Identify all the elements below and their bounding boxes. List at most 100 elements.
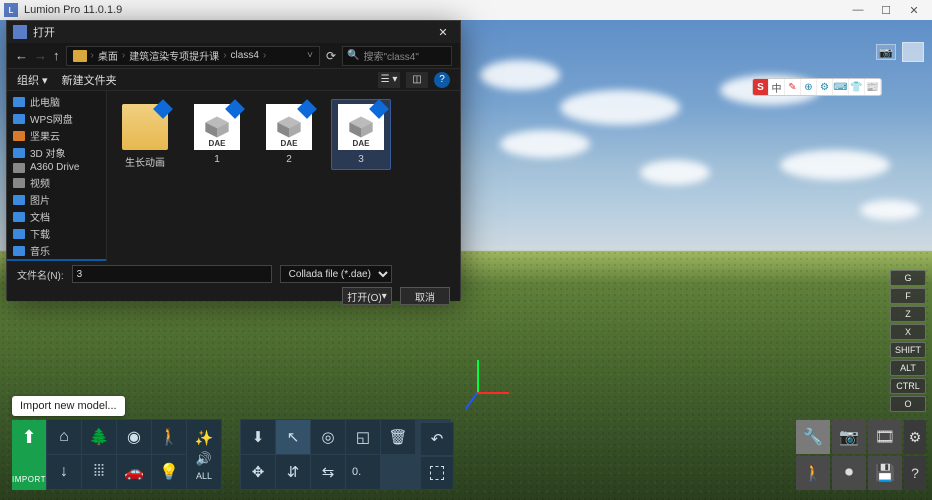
import-category[interactable]: ⬆ IMPORT	[12, 420, 46, 490]
crumb[interactable]: 桌面	[98, 48, 118, 63]
ime-lang-button[interactable]: 中	[769, 79, 785, 95]
file-item[interactable]: DAE1	[187, 99, 247, 170]
marquee-select-button[interactable]	[420, 456, 454, 490]
ime-add-icon[interactable]: ⊕	[801, 79, 817, 95]
tree-node[interactable]: A360 Drive	[7, 161, 106, 174]
filename-input[interactable]	[72, 265, 272, 283]
photo-mode-button[interactable]: 📷	[832, 420, 866, 454]
tree-node-icon	[13, 229, 25, 239]
scale-tool[interactable]: ◱	[346, 420, 380, 454]
tree-node[interactable]: 桌面	[7, 259, 106, 261]
ime-logo-icon: S	[753, 79, 769, 95]
tree-node[interactable]: 下载	[7, 225, 106, 242]
tree-node[interactable]: 音乐	[7, 242, 106, 259]
tree-node-icon	[13, 131, 25, 141]
tree-node[interactable]: 视频	[7, 174, 106, 191]
tree-node[interactable]: 坚果云	[7, 127, 106, 144]
key-hint: ALT	[890, 360, 926, 376]
dialog-close-button[interactable]: ✕	[432, 23, 454, 41]
person-walk-tool[interactable]: 🚶	[152, 420, 186, 454]
tree-node[interactable]: 图片	[7, 191, 106, 208]
axis-value-readout[interactable]: 0.	[346, 455, 380, 489]
select-tool[interactable]: ↖	[276, 420, 310, 454]
crumb[interactable]: 建筑渲染专项提升课	[129, 48, 219, 63]
tree-node[interactable]: 文档	[7, 208, 106, 225]
camera-icon[interactable]: 📷	[876, 44, 896, 60]
view-mode-button[interactable]: ☰ ▾	[378, 72, 400, 88]
crumb[interactable]: class4	[231, 50, 259, 61]
dialog-title-bar[interactable]: 打开 ✕	[7, 21, 460, 43]
place-tool[interactable]: ⬇	[241, 420, 275, 454]
ime-float-bar[interactable]: S 中 ✎ ⊕ ⚙ ⌨ 👕 📰	[752, 78, 882, 96]
tree-node-label: 坚果云	[30, 128, 60, 143]
record-button[interactable]: ⏺	[832, 456, 866, 490]
nav-back-button[interactable]: ←	[15, 48, 28, 63]
build-mode-button[interactable]: 🔧	[796, 420, 830, 454]
tree-node[interactable]: WPS网盘	[7, 110, 106, 127]
view-mode-icon[interactable]	[902, 42, 924, 62]
dae-thumb-icon: DAE	[266, 104, 312, 150]
tree-tool[interactable]: 🌲	[82, 420, 116, 454]
dialog-help-button[interactable]: ?	[434, 72, 450, 88]
mode-panel: 🔧 📷 🎞 ⚙ 🚶 ⏺ 💾 ?	[796, 420, 926, 490]
car-tool[interactable]: 🚗	[117, 455, 151, 489]
folder-tree[interactable]: 此电脑WPS网盘坚果云3D 对象A360 Drive视频图片文档下载音乐桌面OS…	[7, 91, 107, 261]
object-toolbar: ⬆ IMPORT ⌂ 🌲 ◉ 🚶 ✨ 🔊 ALL ↓ ⦙⦙⦙ 🚗 💡	[12, 419, 222, 490]
tree-node-label: 3D 对象	[30, 145, 66, 160]
delete-tool[interactable]: 🗑	[381, 420, 415, 454]
open-button[interactable]: 打开(O) ▾	[342, 287, 392, 305]
window-maximize-button[interactable]: ☐	[872, 0, 900, 20]
ime-skin-icon[interactable]: 👕	[849, 79, 865, 95]
key-hint: F	[890, 288, 926, 304]
tree-circle-tool[interactable]: ◉	[117, 420, 151, 454]
file-item[interactable]: 生长动画	[115, 99, 175, 174]
tree-node-icon	[13, 195, 25, 205]
nature-tool[interactable]: ⌂	[47, 420, 81, 454]
search-input[interactable]: 🔍 搜索"class4"	[342, 46, 452, 66]
undo-button[interactable]: ↶	[420, 422, 454, 456]
dae-thumb-icon: DAE	[194, 104, 240, 150]
light-tool[interactable]: 💡	[152, 455, 186, 489]
crumb-dropdown-icon[interactable]: ˅	[307, 50, 313, 61]
speaker-icon: 🔊	[196, 451, 212, 467]
ime-settings-icon[interactable]: ⚙	[817, 79, 833, 95]
nav-up-button[interactable]: ↑	[53, 48, 60, 63]
file-item[interactable]: DAE2	[259, 99, 319, 170]
save-button[interactable]: 💾	[868, 456, 902, 490]
fx-all-tool[interactable]: ✨ 🔊 ALL	[187, 420, 221, 489]
move-vert-tool[interactable]: ⇵	[276, 455, 310, 489]
key-hints: G F Z X SHIFT ALT CTRL O	[890, 270, 926, 412]
context-tool[interactable]: ◎	[311, 420, 345, 454]
window-minimize-button[interactable]: —	[844, 0, 872, 20]
preview-pane-button[interactable]: ◫	[406, 72, 428, 88]
move-horiz-tool[interactable]: ⇆	[311, 455, 345, 489]
tree-node-label: 文档	[30, 209, 50, 224]
cancel-button[interactable]: 取消	[400, 287, 450, 305]
ime-edit-icon[interactable]: ✎	[785, 79, 801, 95]
import-label: IMPORT	[12, 475, 46, 484]
organize-menu[interactable]: 组织 ▾	[17, 72, 48, 88]
file-list[interactable]: 生长动画DAE1DAE2DAE3	[107, 91, 460, 261]
ime-news-icon[interactable]: 📰	[865, 79, 881, 95]
person-mode-button[interactable]: 🚶	[796, 456, 830, 490]
settings-button[interactable]: ⚙	[904, 420, 926, 454]
tree-node[interactable]: 3D 对象	[7, 144, 106, 161]
new-folder-button[interactable]: 新建文件夹	[62, 72, 117, 88]
help-button[interactable]: ?	[904, 456, 926, 490]
nav-forward-button[interactable]: →	[34, 48, 47, 63]
file-item[interactable]: DAE3	[331, 99, 391, 170]
breadcrumb[interactable]: › 桌面 › 建筑渲染专项提升课 › class4 › ˅	[66, 46, 320, 66]
folder-icon	[73, 50, 87, 62]
fence-tool[interactable]: ⦙⦙⦙	[82, 455, 116, 489]
tree-node[interactable]: 此电脑	[7, 93, 106, 110]
filetype-select[interactable]: Collada file (*.dae)	[280, 265, 392, 283]
move-xyz-tool[interactable]: ✥	[241, 455, 275, 489]
window-close-button[interactable]: ✕	[900, 0, 928, 20]
tree-node-label: 桌面	[30, 260, 50, 261]
nav-refresh-button[interactable]: ⟳	[326, 49, 336, 63]
movie-mode-button[interactable]: 🎞	[868, 420, 902, 454]
ime-keyboard-icon[interactable]: ⌨	[833, 79, 849, 95]
dae-thumb-icon: DAE	[338, 104, 384, 150]
tree-node-label: 此电脑	[30, 94, 60, 109]
arrow-down-tool[interactable]: ↓	[47, 455, 81, 489]
